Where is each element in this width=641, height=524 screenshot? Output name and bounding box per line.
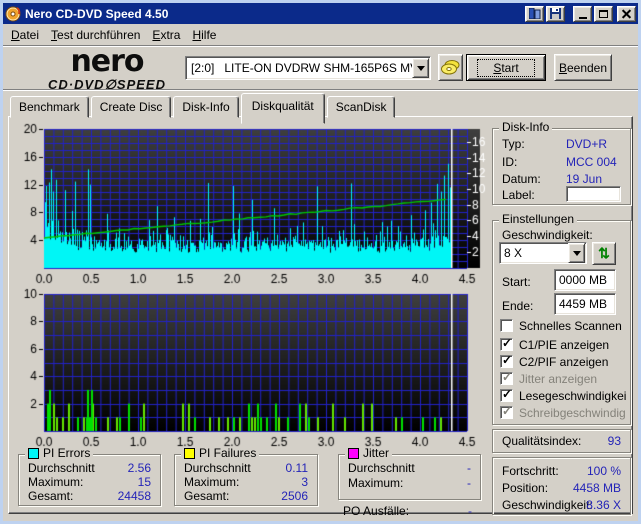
application-window: { "window": { "title": "Nero CD-DVD Spee… (0, 0, 641, 524)
menu-bar: Datei Test durchführen Extra Hilfe (3, 24, 638, 45)
checkbox-lesegeschwindigkeit[interactable]: Lesegeschwindigkeit a (500, 388, 626, 403)
end-position-label: Ende: (502, 299, 534, 313)
chevron-down-icon (416, 65, 425, 71)
results-button[interactable] (525, 5, 544, 22)
maximize-button[interactable] (594, 5, 613, 22)
jitter-swatch (348, 448, 359, 459)
menu-extra[interactable]: Extra (146, 26, 186, 44)
disk-info-group: Disk-Info Typ: DVD+R ID: MCC 004 Datum: 19 … (492, 121, 631, 205)
drive-selector-arrow[interactable] (412, 58, 429, 78)
checkbox-icon (500, 371, 513, 385)
checkbox-c1-pie-anzeigen[interactable]: C1/PIE anzeigen (500, 337, 626, 352)
quit-button[interactable]: Beenden (554, 54, 612, 81)
progress-box: Fortschritt: 100 % Position: 4458 MB Gesch… (492, 457, 631, 515)
close-icon (621, 8, 632, 19)
checkbox-c2-pif-anzeigen[interactable]: C2/PIF anzeigen (500, 354, 626, 369)
tab-create-disc[interactable]: Create Disc (90, 96, 172, 118)
start-button-label: Start (477, 58, 535, 77)
pi-failures-swatch (184, 448, 195, 459)
checkbox-icon (500, 405, 513, 419)
pi-failures-chart (11, 288, 489, 451)
checkbox-schreibgeschwindigkeit[interactable]: Schreibgeschwindigke (500, 405, 626, 420)
refresh-icon: ⇅ (598, 245, 610, 261)
menu-datei[interactable]: Datei (5, 26, 45, 44)
checkbox-schnelles-scannen[interactable]: Schnelles Scannen (500, 318, 626, 333)
window-title: Nero CD-DVD Speed 4.50 (25, 6, 169, 21)
start-position-label: Start: (502, 275, 531, 289)
close-button[interactable] (617, 5, 636, 22)
settings-title: Einstellungen (499, 213, 578, 226)
tab-scandisk[interactable]: ScanDisk (326, 96, 396, 118)
speed-selector-arrow[interactable] (568, 243, 585, 263)
jitter-group: Jitter Durchschnitt - Maximum: - (338, 447, 481, 500)
tab-panel: Disk-Info Typ: DVD+R ID: MCC 004 Datum: 19 … (8, 116, 633, 518)
divider (3, 89, 638, 91)
tab-benchmark[interactable]: Benchmark (10, 96, 89, 118)
disk-label-row: Label: (502, 186, 621, 202)
save-icon (550, 8, 561, 19)
minimize-icon (578, 16, 587, 19)
tab-diskqualitaet[interactable]: Diskqualität (240, 93, 325, 124)
pi-errors-swatch (28, 448, 39, 459)
start-button[interactable]: Start (466, 54, 546, 81)
speed-selector[interactable]: 8 X (499, 242, 587, 264)
disk-info-title: Disk-Info (499, 121, 553, 134)
start-position-field[interactable]: 0000 MB (554, 269, 616, 291)
pi-failures-group: PI Failures Durchschnitt 0.11 Maximum: 3 G… (174, 447, 318, 506)
checkbox-jitter-anzeigen[interactable]: Jitter anzeigen (500, 371, 626, 386)
refresh-button[interactable]: ⇅ (592, 242, 616, 265)
position-row: Position: 4458 MB (502, 481, 621, 495)
disk-id-row: ID: MCC 004 (502, 155, 617, 169)
drive-selector-value: [2:0] LITE-ON DVDRW SHM-165P6S MV96 (191, 61, 412, 75)
maximize-icon (599, 9, 608, 18)
tab-bar: Benchmark Create Disc Disk-Info Diskqual… (10, 93, 397, 124)
label-input[interactable] (566, 186, 621, 202)
disc-icon (441, 60, 460, 75)
disk-type-row: Typ: DVD+R (502, 137, 608, 151)
disk-date-row: Datum:19 Jun 2006 (502, 172, 603, 200)
quit-button-label: Beenden (558, 60, 608, 75)
quality-index-box: Qualitätsindex: 93 (492, 429, 631, 453)
drive-selector[interactable]: [2:0] LITE-ON DVDRW SHM-165P6S MV96 (185, 56, 431, 80)
quality-index-row: Qualitätsindex: 93 (502, 434, 621, 448)
save-button[interactable] (546, 5, 565, 22)
speed-value: 8 X (504, 246, 523, 260)
nero-logo: nero CD·DVD∅SPEED (28, 44, 186, 92)
chevron-down-icon (572, 250, 581, 256)
nero-wordmark: nero (70, 44, 144, 79)
app-icon (5, 6, 21, 21)
menu-hilfe[interactable]: Hilfe (186, 26, 222, 44)
menu-test-durchfuehren[interactable]: Test durchführen (45, 26, 146, 44)
checkbox-icon (500, 319, 513, 332)
end-position-field[interactable]: 4459 MB (554, 293, 616, 315)
chart-icon (528, 8, 540, 19)
title-bar: Nero CD-DVD Speed 4.50 (3, 3, 638, 24)
tab-disk-info[interactable]: Disk-Info (173, 96, 239, 118)
speed-row: Geschwindigkeit: 8.36 X (502, 498, 621, 512)
progress-row: Fortschritt: 100 % (502, 464, 621, 478)
minimize-button[interactable] (573, 5, 592, 22)
checkbox-icon (500, 337, 513, 351)
pi-failures-legend: PI Failures (181, 447, 260, 460)
speed-label: Geschwindigkeit: (502, 228, 593, 242)
pi-errors-legend: PI Errors (25, 447, 94, 460)
settings-group: Einstellungen Geschwindigkeit: 8 X ⇅ Sta… (492, 213, 631, 425)
pi-errors-group: PI Errors Durchschnitt 2.56 Maximum: 15 Ge… (18, 447, 161, 506)
pi-errors-chart (11, 123, 489, 288)
checkbox-icon (500, 388, 513, 402)
checkbox-icon (500, 354, 513, 368)
jitter-legend: Jitter (345, 447, 393, 460)
po-failures-row: PO Ausfälle: - (343, 504, 472, 518)
eject-disc-button[interactable] (438, 54, 463, 81)
